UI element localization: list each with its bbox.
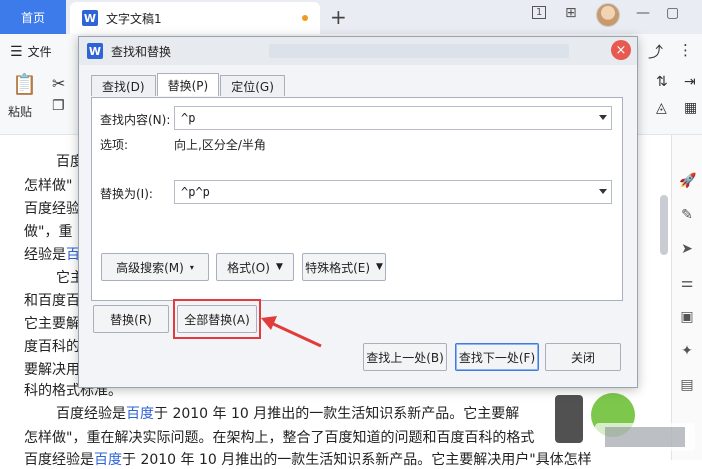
background-ghost [269, 44, 569, 58]
double-chevron-icon: ▾ [189, 262, 194, 272]
dialog-tabs: 查找(D) 替换(P) 定位(G) [91, 73, 286, 97]
paragraph-spacing-icon[interactable]: ⇅ [656, 74, 668, 90]
advanced-search-button[interactable]: 高级搜索(M) ▾ [101, 253, 209, 281]
border-icon[interactable]: ▦ [684, 100, 697, 116]
indent-icon[interactable]: ⇥ [684, 74, 696, 90]
paste-label[interactable]: 粘贴 [8, 103, 32, 120]
find-label: 查找内容(N): [100, 113, 171, 127]
replace-label: 替换为(I): [100, 187, 153, 201]
doc-line: 做"，重 [24, 224, 73, 240]
replace-button[interactable]: 替换(R) [93, 305, 169, 333]
tab-find[interactable]: 查找(D) [91, 75, 156, 96]
pen-icon[interactable]: ✎ [679, 207, 695, 223]
special-format-label: 特殊格式(E) [305, 260, 371, 275]
find-input-value: ^p [181, 111, 196, 125]
annotation-arrow-icon [261, 316, 322, 348]
rocket-icon[interactable]: 🚀 [679, 173, 696, 189]
find-replace-dialog: W 查找和替换 × 查找(D) 替换(P) 定位(G) 查找内容(N): ^p … [78, 36, 638, 388]
doc-line: 和百度百 [24, 293, 80, 309]
copy-icon[interactable]: ❐ [52, 98, 65, 114]
restore-button[interactable]: ▢ [666, 5, 679, 21]
options-value: 向上,区分全/半角 [174, 138, 266, 152]
hamburger-icon: ☰ [10, 43, 23, 60]
doc-line: 它主要解 [24, 316, 80, 332]
tab-replace[interactable]: 替换(P) [156, 73, 220, 96]
apps-grid-icon[interactable]: ⊞ [565, 5, 577, 21]
dialog-title-bar[interactable]: W 查找和替换 × [79, 37, 637, 65]
format-label: 格式(O) [227, 260, 270, 275]
chevron-down-icon: ▼ [376, 262, 383, 272]
wps-writer-icon: W [82, 10, 98, 26]
find-input[interactable]: ^p [174, 106, 612, 130]
replace-dropdown-icon[interactable] [599, 189, 607, 194]
sparkle-icon[interactable]: ✦ [679, 343, 695, 359]
doc-line: 百度经验是百度于 2010 年 10 月推出的一款生活知识系新产品。它主要解 [56, 406, 520, 422]
cursor-icon[interactable]: ➤ [679, 241, 695, 257]
replace-input[interactable]: ^p^p [174, 180, 612, 204]
doc-line: 要解决用 [24, 362, 80, 378]
options-label: 选项: [100, 138, 129, 152]
paste-icon[interactable]: 📋 [12, 72, 37, 96]
dialog-close-icon[interactable]: × [611, 40, 631, 60]
chevron-down-icon: ▼ [275, 262, 283, 272]
file-menu-button[interactable]: ☰ 文件 [10, 43, 52, 60]
site-watermark-logo [555, 393, 695, 451]
unsaved-indicator [302, 15, 308, 21]
doc-line: 百度经验是百度于 2010 年 10 月推出的一款生活知识系新产品。它主要解决用… [24, 452, 592, 468]
close-button[interactable]: 关闭 [545, 343, 621, 371]
doc-line: 度百科的 [24, 339, 80, 355]
find-dropdown-icon[interactable] [599, 115, 607, 120]
minimize-button[interactable]: — [636, 5, 650, 21]
view-mode-button[interactable]: 1 [532, 6, 547, 19]
new-tab-button[interactable]: + [330, 5, 347, 29]
doc-line: 怎样做" [24, 178, 73, 194]
annotation-highlight-box [173, 299, 261, 339]
special-format-button[interactable]: 特殊格式(E) ▼ [302, 253, 386, 281]
title-bar: 首页 W 文字文稿1 + 1 ⊞ — ▢ [0, 0, 702, 34]
cut-icon[interactable]: ✂ [52, 74, 65, 93]
shading-icon[interactable]: ◬ [656, 100, 667, 116]
doc-line: 经验是百 [24, 247, 80, 263]
doc-line: 怎样做"，重在解决实际问题。在架构上，整合了百度知道的问题和百度百科的格式 [24, 430, 535, 446]
avatar[interactable] [596, 3, 620, 27]
find-previous-button[interactable]: 查找上一处(B) [363, 343, 447, 371]
replace-input-value: ^p^p [181, 185, 210, 199]
file-menu-label: 文件 [27, 45, 52, 59]
vertical-scrollbar[interactable] [660, 195, 668, 255]
document-title: 文字文稿1 [106, 11, 162, 26]
image-icon[interactable]: ▣ [679, 309, 695, 325]
wps-writer-icon: W [87, 43, 103, 59]
advanced-search-label: 高级搜索(M) [116, 260, 184, 275]
sliders-icon[interactable]: ⚌ [679, 275, 695, 291]
find-next-button[interactable]: 查找下一处(F) [455, 343, 539, 371]
tab-goto[interactable]: 定位(G) [220, 75, 285, 96]
tab-document[interactable]: W 文字文稿1 [70, 2, 320, 34]
format-button[interactable]: 格式(O) ▼ [216, 253, 294, 281]
share-icon[interactable]: ⤴ [648, 41, 663, 62]
more-icon[interactable]: ⋮ [678, 41, 693, 59]
tab-home[interactable]: 首页 [0, 0, 66, 34]
doc-line: 百度经验 [24, 201, 80, 217]
dialog-title: 查找和替换 [111, 44, 172, 59]
